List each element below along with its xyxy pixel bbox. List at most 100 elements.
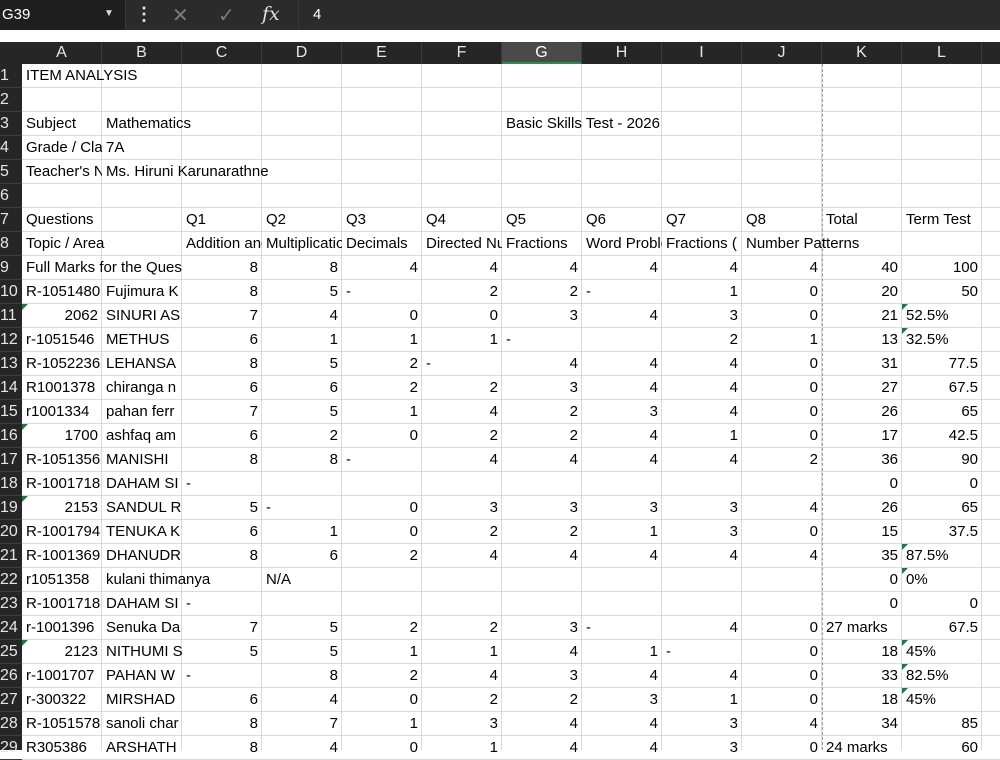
cell-f8[interactable]: Directed Numbers: [422, 232, 502, 256]
cell-d24[interactable]: 5: [262, 616, 342, 640]
cell-j24[interactable]: 0: [742, 616, 822, 640]
cell-a24[interactable]: r-1001396: [22, 616, 102, 640]
cell-j10[interactable]: 0: [742, 280, 822, 304]
cell-f15[interactable]: 4: [422, 400, 502, 424]
cell-g8[interactable]: Fractions: [502, 232, 582, 256]
cell-c19[interactable]: 5: [182, 496, 262, 520]
cell-d9[interactable]: 8: [262, 256, 342, 280]
cell-h16[interactable]: 4: [582, 424, 662, 448]
cell-k21[interactable]: 35: [822, 544, 902, 568]
cell-e26[interactable]: 2: [342, 664, 422, 688]
cell-b25[interactable]: NITHUMI S: [102, 640, 182, 664]
cell-i15[interactable]: 4: [662, 400, 742, 424]
cell-j20[interactable]: 0: [742, 520, 822, 544]
cell-g24[interactable]: 3: [502, 616, 582, 640]
cell-c25[interactable]: 5: [182, 640, 262, 664]
close-icon[interactable]: ✕: [172, 3, 189, 28]
cell-f28[interactable]: 3: [422, 712, 502, 736]
cell-a16[interactable]: 1700: [22, 424, 102, 448]
cell-f10[interactable]: 2: [422, 280, 502, 304]
row-header-22[interactable]: 22: [0, 568, 22, 592]
chevron-down-icon[interactable]: ▼: [104, 8, 114, 19]
row-header-11[interactable]: 11: [0, 304, 22, 328]
cell-h26[interactable]: 4: [582, 664, 662, 688]
cell-a13[interactable]: R-1052236: [22, 352, 102, 376]
row-header-12[interactable]: 12: [0, 328, 22, 352]
error-indicator-icon[interactable]: [22, 640, 28, 646]
cell-l15[interactable]: 65: [902, 400, 982, 424]
cell-h15[interactable]: 3: [582, 400, 662, 424]
error-indicator-icon[interactable]: [902, 568, 908, 574]
cell-i14[interactable]: 4: [662, 376, 742, 400]
cell-g12[interactable]: -: [502, 328, 582, 352]
fx-icon[interactable]: fx: [262, 3, 280, 25]
cell-e7[interactable]: Q3: [342, 208, 422, 232]
cell-h19[interactable]: 3: [582, 496, 662, 520]
cell-k11[interactable]: 21: [822, 304, 902, 328]
row-header-2[interactable]: 2: [0, 88, 22, 112]
cell-g25[interactable]: 4: [502, 640, 582, 664]
cell-c8[interactable]: Addition and: [182, 232, 262, 256]
cell-l17[interactable]: 90: [902, 448, 982, 472]
cell-d26[interactable]: 8: [262, 664, 342, 688]
cell-f16[interactable]: 2: [422, 424, 502, 448]
cell-j27[interactable]: 0: [742, 688, 822, 712]
cell-b15[interactable]: pahan ferr: [102, 400, 182, 424]
cell-g17[interactable]: 4: [502, 448, 582, 472]
cell-k19[interactable]: 26: [822, 496, 902, 520]
cell-k9[interactable]: 40: [822, 256, 902, 280]
column-header-b[interactable]: B: [102, 42, 182, 64]
column-header-l[interactable]: L: [902, 42, 982, 64]
cell-e15[interactable]: 1: [342, 400, 422, 424]
cell-l14[interactable]: 67.5: [902, 376, 982, 400]
cell-d15[interactable]: 5: [262, 400, 342, 424]
cell-d13[interactable]: 5: [262, 352, 342, 376]
cell-l18[interactable]: 0: [902, 472, 982, 496]
cell-j11[interactable]: 0: [742, 304, 822, 328]
cell-e13[interactable]: 2: [342, 352, 422, 376]
cell-e11[interactable]: 0: [342, 304, 422, 328]
cell-b20[interactable]: TENUKA K: [102, 520, 182, 544]
cell-h8[interactable]: Word Problems: [582, 232, 662, 256]
cell-i20[interactable]: 3: [662, 520, 742, 544]
cell-l16[interactable]: 42.5: [902, 424, 982, 448]
cell-b14[interactable]: chiranga n: [102, 376, 182, 400]
cell-a26[interactable]: r-1001707: [22, 664, 102, 688]
cell-f9[interactable]: 4: [422, 256, 502, 280]
cell-a11[interactable]: 2062: [22, 304, 102, 328]
cell-b22[interactable]: kulani thimanya: [102, 568, 262, 592]
cell-a1[interactable]: ITEM ANALYSIS: [22, 64, 422, 88]
cell-d8[interactable]: Multiplication: [262, 232, 342, 256]
cell-l20[interactable]: 37.5: [902, 520, 982, 544]
row-header-19[interactable]: 19: [0, 496, 22, 520]
cell-d19[interactable]: -: [262, 496, 342, 520]
cell-b28[interactable]: sanoli char: [102, 712, 182, 736]
cell-a29[interactable]: R305386: [22, 736, 102, 760]
cell-i25[interactable]: -: [662, 640, 742, 664]
formula-input[interactable]: 4: [313, 6, 321, 23]
cell-a9[interactable]: Full Marks for the Questions: [22, 256, 182, 280]
cell-j17[interactable]: 2: [742, 448, 822, 472]
cell-h14[interactable]: 4: [582, 376, 662, 400]
column-header-i[interactable]: I: [662, 42, 742, 64]
cell-k22[interactable]: 0: [822, 568, 902, 592]
cell-b26[interactable]: PAHAN W: [102, 664, 182, 688]
cell-k7[interactable]: Total: [822, 208, 902, 232]
cell-f27[interactable]: 2: [422, 688, 502, 712]
cell-b18[interactable]: DAHAM SI: [102, 472, 182, 496]
cell-h9[interactable]: 4: [582, 256, 662, 280]
cell-l13[interactable]: 77.5: [902, 352, 982, 376]
cell-b16[interactable]: ashfaq am: [102, 424, 182, 448]
cell-j13[interactable]: 0: [742, 352, 822, 376]
cell-b3[interactable]: Mathematics: [102, 112, 502, 136]
cell-b5[interactable]: Ms. Hiruni Karunarathne: [102, 160, 502, 184]
cell-l29[interactable]: 60: [902, 736, 982, 760]
error-indicator-icon[interactable]: [902, 640, 908, 646]
cell-d22[interactable]: N/A: [262, 568, 662, 592]
cell-a10[interactable]: R-1051480: [22, 280, 102, 304]
cell-l19[interactable]: 65: [902, 496, 982, 520]
row-header-14[interactable]: 14: [0, 376, 22, 400]
cell-c21[interactable]: 8: [182, 544, 262, 568]
cell-a25[interactable]: 2123: [22, 640, 102, 664]
cell-d16[interactable]: 2: [262, 424, 342, 448]
